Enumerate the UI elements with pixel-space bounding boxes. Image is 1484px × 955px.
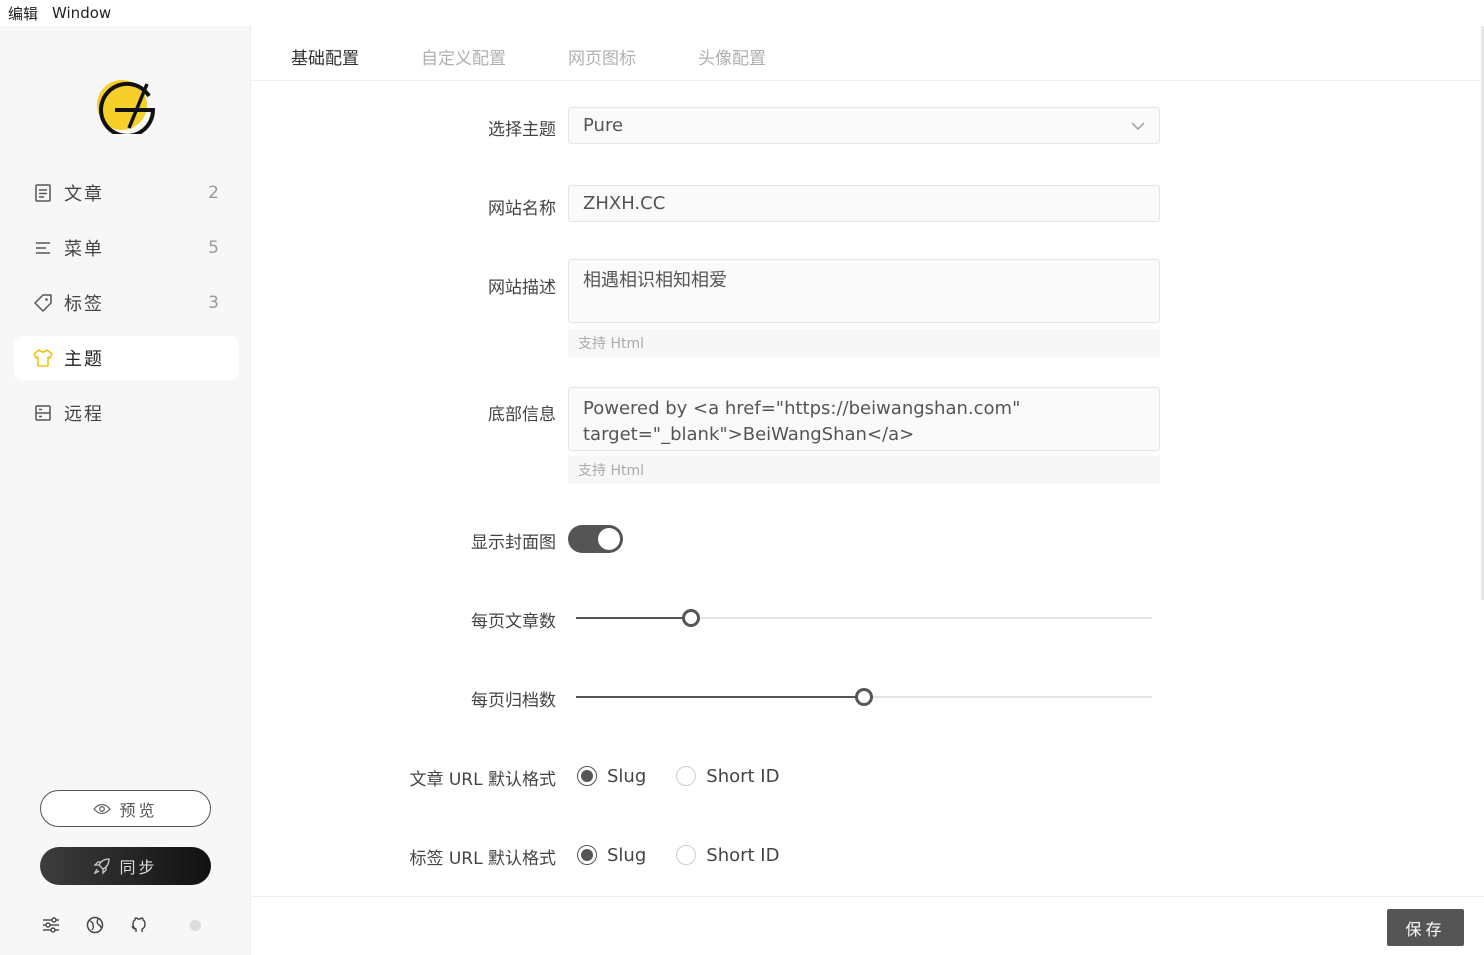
footer-info-textarea[interactable]: Powered by <a href="https://beiwangshan.… [568, 387, 1160, 451]
tag-url-radio-group: Slug Short ID [577, 843, 809, 867]
settings-sliders-icon[interactable] [40, 914, 62, 936]
preview-button[interactable]: 预览 [40, 790, 211, 827]
sidebar-item-label: 标签 [64, 294, 104, 315]
rocket-icon [93, 857, 111, 875]
sidebar-item-label: 远程 [64, 404, 104, 425]
radio-button[interactable] [676, 766, 697, 786]
show-cover-label: 显示封面图 [471, 533, 556, 553]
tab-bar: 基础配置 自定义配置 网页图标 头像配置 [251, 26, 1484, 81]
archives-per-page-label: 每页归档数 [471, 691, 556, 711]
menu-count: 5 [208, 238, 219, 258]
site-name-input[interactable]: ZHXH.CC [568, 185, 1160, 222]
sidebar-item-label: 主题 [64, 349, 104, 370]
tag-icon [32, 292, 54, 314]
radio-button[interactable] [577, 766, 597, 786]
tag-url-option-shortid[interactable]: Short ID [676, 845, 779, 866]
bottom-bar: 保存 [251, 896, 1484, 955]
footer-info-line-1: Powered by <a href="https://beiwangshan.… [583, 398, 1021, 419]
posts-per-page-label: 每页文章数 [471, 612, 556, 632]
chevron-down-icon [1131, 115, 1145, 136]
slider-handle[interactable] [855, 688, 873, 706]
radio-label: Short ID [706, 765, 780, 787]
preview-label: 预览 [119, 800, 158, 820]
sidebar-item-tags[interactable]: 标签 3 [14, 281, 239, 325]
menu-edit[interactable]: 编辑 [8, 3, 38, 24]
sidebar-item-articles[interactable]: 文章 2 [14, 171, 239, 215]
sidebar-item-label: 菜单 [64, 239, 104, 260]
globe-icon[interactable] [84, 914, 106, 936]
sidebar-item-remote[interactable]: 远程 [14, 391, 239, 435]
posts-per-page-slider[interactable] [576, 609, 1152, 627]
tag-url-format-label: 标签 URL 默认格式 [409, 849, 556, 869]
article-icon [32, 182, 54, 204]
menu-window[interactable]: Window [52, 4, 111, 22]
article-count: 2 [208, 183, 219, 203]
sidebar-footer [40, 914, 210, 936]
post-url-option-shortid[interactable]: Short ID [676, 766, 779, 787]
sidebar: 文章 2 菜单 5 标签 3 主题 远程 预览 同步 [0, 26, 251, 955]
menu-icon [32, 237, 54, 259]
slider-handle[interactable] [682, 609, 701, 627]
toggle-knob [598, 528, 620, 550]
tab-custom-config[interactable]: 自定义配置 [421, 44, 506, 69]
radio-button[interactable] [676, 845, 697, 865]
post-url-radio-group: Slug Short ID [577, 764, 809, 788]
site-desc-hint: 支持 Html [568, 329, 1160, 357]
theme-select[interactable]: Pure [568, 107, 1160, 144]
archives-per-page-slider[interactable] [576, 688, 1152, 706]
radio-label: Short ID [706, 844, 780, 866]
sidebar-item-label: 文章 [64, 184, 104, 205]
github-icon[interactable] [128, 914, 150, 936]
tab-favicon[interactable]: 网页图标 [568, 44, 636, 69]
footer-info-label: 底部信息 [488, 405, 556, 425]
slider-fill [576, 617, 692, 619]
menu-bar: 编辑 Window [0, 0, 1484, 26]
eye-icon [93, 803, 112, 815]
status-dot [190, 919, 201, 931]
post-url-option-slug[interactable]: Slug [577, 766, 646, 787]
sync-label: 同步 [119, 858, 158, 877]
save-button[interactable]: 保存 [1387, 909, 1464, 946]
tab-avatar-config[interactable]: 头像配置 [698, 44, 766, 69]
sync-button[interactable]: 同步 [40, 847, 211, 885]
tag-url-option-slug[interactable]: Slug [577, 845, 646, 866]
sidebar-item-menus[interactable]: 菜单 5 [14, 226, 239, 270]
theme-label: 选择主题 [488, 120, 556, 140]
radio-button[interactable] [577, 845, 597, 865]
radio-label: Slug [607, 844, 647, 866]
footer-info-hint: 支持 Html [568, 456, 1160, 484]
tab-basic-config[interactable]: 基础配置 [291, 44, 359, 69]
tag-count: 3 [208, 293, 219, 313]
site-desc-label: 网站描述 [488, 278, 556, 298]
theme-select-value: Pure [583, 115, 624, 136]
remote-icon [32, 402, 54, 424]
site-desc-textarea[interactable]: 相遇相识相知相爱 [568, 259, 1160, 323]
app-logo [95, 76, 159, 138]
sidebar-item-theme[interactable]: 主题 [14, 336, 239, 380]
slider-fill [576, 696, 864, 698]
site-name-label: 网站名称 [488, 199, 556, 219]
footer-info-line-2: target="_blank">BeiWangShan</a> [583, 424, 915, 445]
radio-label: Slug [607, 765, 647, 787]
main-panel: 基础配置 自定义配置 网页图标 头像配置 选择主题 Pure 网站名称 ZHXH… [251, 26, 1484, 955]
show-cover-toggle[interactable] [568, 525, 623, 553]
shirt-icon [32, 347, 54, 369]
post-url-format-label: 文章 URL 默认格式 [409, 770, 556, 790]
